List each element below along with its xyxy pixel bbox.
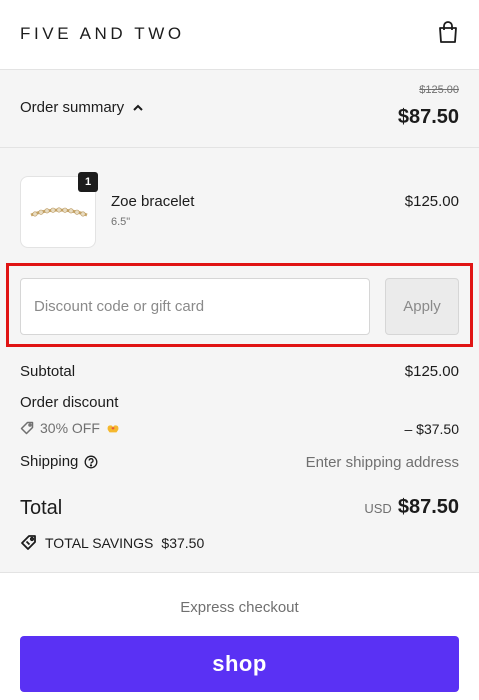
currency-code: USD [364, 501, 392, 516]
header: FIVE AND TWO [0, 0, 479, 70]
total-savings-label: TOTAL SAVINGS [45, 534, 154, 551]
quantity-badge: 1 [78, 172, 98, 192]
brand-logo[interactable]: FIVE AND TWO [20, 24, 185, 44]
subtotal-label: Subtotal [20, 363, 76, 380]
total-label: Total [20, 497, 63, 519]
order-summary-bar[interactable]: Order summary $125.00 $87.50 [0, 70, 479, 148]
bracelet-image [30, 207, 88, 217]
shopping-bag-icon[interactable] [437, 20, 459, 44]
order-summary-toggle[interactable]: Order summary [20, 99, 144, 116]
shop-pay-button[interactable]: shop [20, 636, 459, 692]
total-amount: $87.50 [397, 496, 459, 518]
discount-code-text: 30% OFF [40, 420, 100, 436]
chevron-up-icon [133, 104, 143, 111]
express-checkout-label: Express checkout [180, 599, 299, 616]
shipping-value: Enter shipping address [305, 454, 459, 471]
help-circle-icon[interactable] [84, 455, 98, 469]
total-savings-value: $37.50 [161, 534, 205, 551]
total-value: USD $87.50 [364, 496, 459, 519]
heart-hands-icon [107, 425, 119, 433]
price-tag-icon [20, 421, 34, 435]
savings-tag-icon [21, 535, 36, 550]
apply-button[interactable]: Apply [385, 278, 459, 335]
subtotal-value: $125.00 [404, 363, 459, 380]
discount-code-input[interactable] [20, 278, 370, 335]
product-variant: 6.5" [111, 216, 131, 228]
product-price: $125.00 [404, 193, 459, 210]
discount-code-tag: 30% OFF [20, 420, 120, 436]
order-summary-label: Order summary [20, 99, 125, 116]
order-summary-panel: 1 Zoe bracelet 6.5" $125.00 Apply Subtot… [0, 148, 479, 573]
summary-original-price: $125.00 [419, 84, 459, 96]
express-checkout-section: Express checkout shop [0, 573, 479, 700]
summary-total-price: $87.50 [397, 106, 459, 128]
total-savings: TOTAL SAVINGS $37.50 [20, 534, 204, 551]
order-discount-value: – $37.50 [404, 421, 460, 437]
shipping-label: Shipping [20, 453, 79, 470]
shipping-row: Shipping [20, 453, 98, 470]
order-discount-label: Order discount [20, 394, 119, 411]
product-name: Zoe bracelet [111, 193, 195, 210]
